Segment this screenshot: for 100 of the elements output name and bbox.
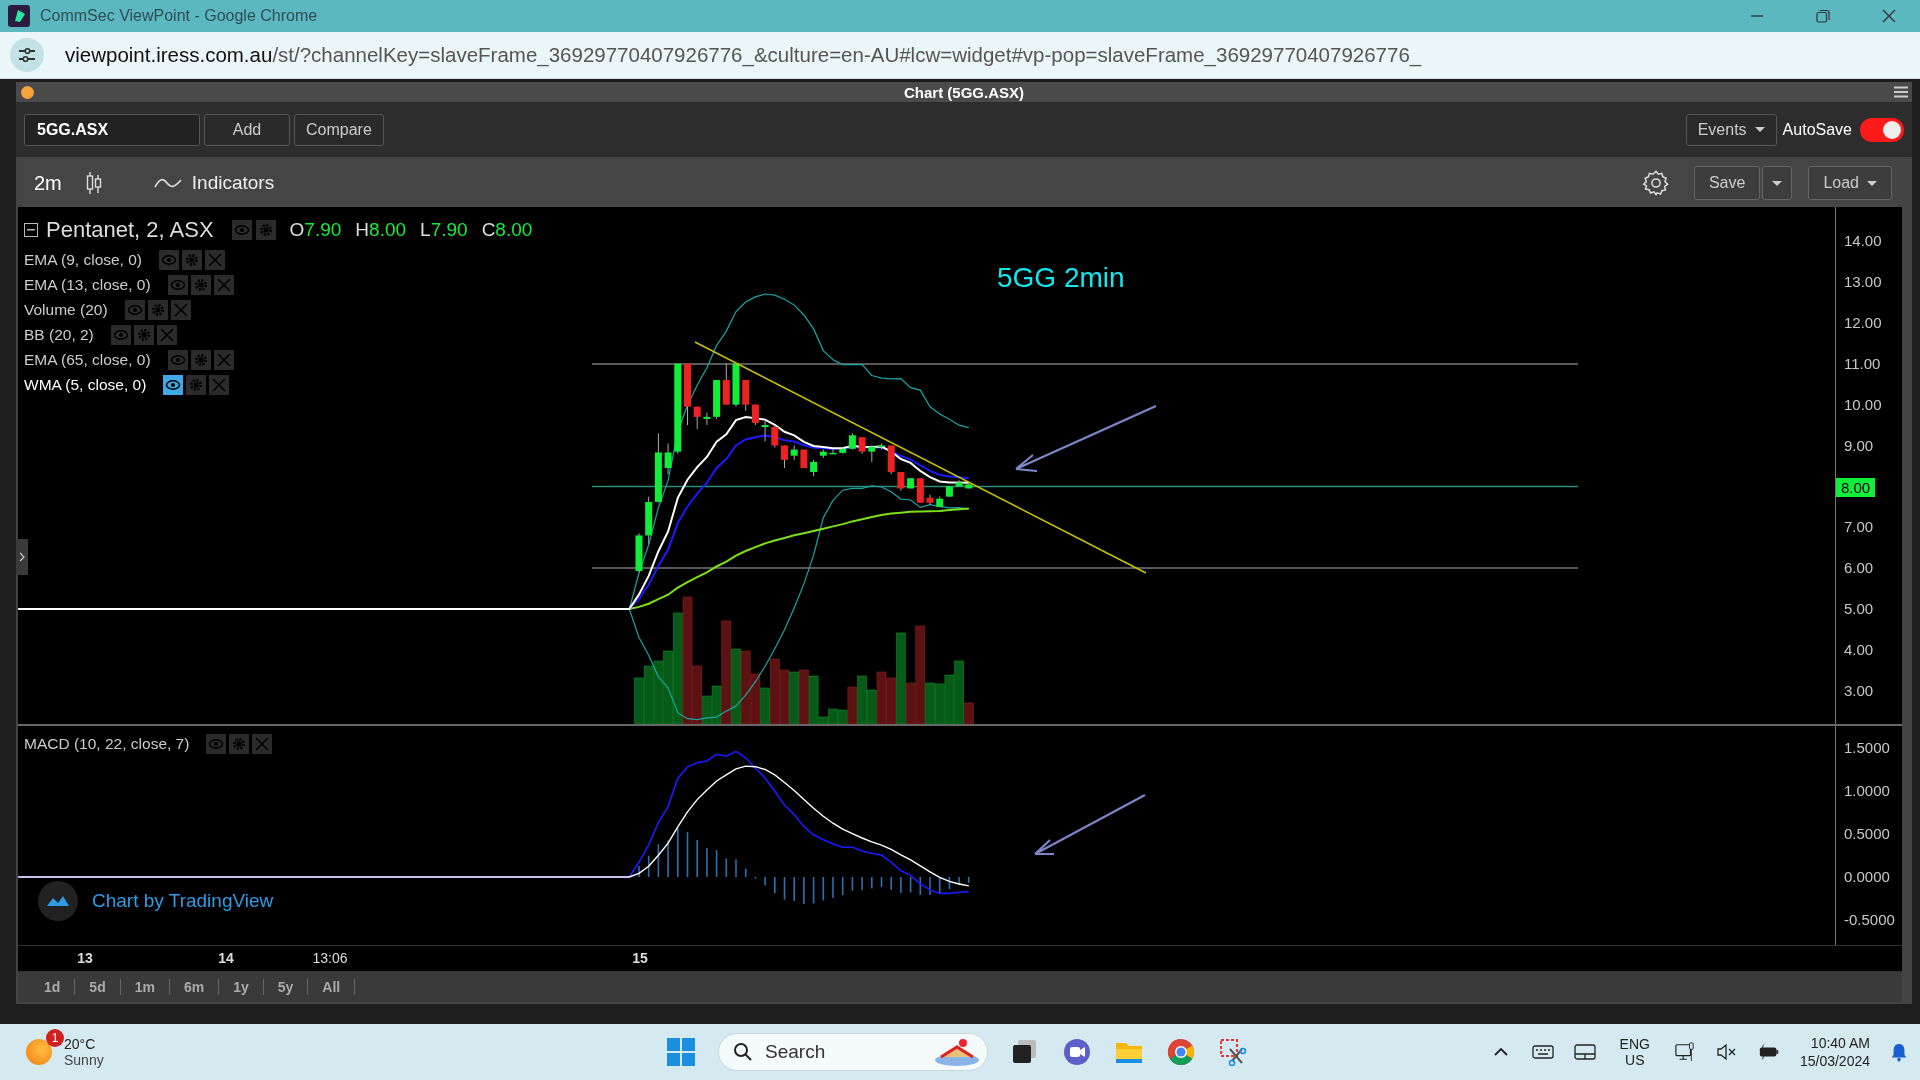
interval-button[interactable]: 2m <box>34 171 62 195</box>
histogram-bar <box>919 876 922 896</box>
browser-icon[interactable] <box>1166 1037 1196 1068</box>
time-axis-label: 15 <box>632 950 648 967</box>
indicator-label: WMA (5, close, 0) <box>24 376 147 395</box>
indicator-label: BB (20, 2) <box>24 326 94 345</box>
temperature: 20°C <box>64 1036 97 1053</box>
candlestick <box>732 363 740 408</box>
macd-axis-label: 0.0000 <box>1844 868 1890 886</box>
candlestick <box>693 406 701 430</box>
histogram-bar <box>725 857 728 878</box>
clock-time[interactable]: 10:40 AM <box>1810 1035 1870 1052</box>
candlestick <box>878 443 885 451</box>
touchpad-icon[interactable] <box>1573 1042 1596 1063</box>
scissors-icon[interactable] <box>1218 1037 1248 1068</box>
time-axis-label: 13:06 <box>312 950 348 967</box>
indicator-label: MACD (10, 22, close, 7) <box>24 735 190 754</box>
candlestick <box>684 363 691 426</box>
histogram-bar <box>851 876 854 892</box>
save-button[interactable]: Save <box>1693 166 1761 201</box>
volume-bar <box>934 683 945 725</box>
volume-bar <box>653 660 664 725</box>
range-button[interactable]: 1y <box>219 979 264 996</box>
volume-bar <box>634 677 644 725</box>
histogram-bar <box>783 876 786 901</box>
eye-icon[interactable] <box>163 375 184 396</box>
histogram-bar <box>841 876 844 896</box>
close-icon[interactable] <box>1882 8 1896 23</box>
range-button[interactable]: 5y <box>263 979 309 996</box>
save-options-button[interactable] <box>1762 166 1793 201</box>
last-price-tag: 8.00 <box>1836 477 1876 497</box>
time-axis-label: 14 <box>218 950 234 967</box>
events-dropdown[interactable]: Events <box>1685 113 1777 146</box>
volume-bar <box>944 674 955 725</box>
candlestick <box>887 445 895 475</box>
price-axis-label: 11.00 <box>1844 354 1881 372</box>
candlestick <box>897 471 905 492</box>
windows-start-icon[interactable] <box>666 1037 696 1068</box>
candlestick <box>868 445 876 463</box>
candlestick <box>800 449 808 469</box>
cloud-logo-icon <box>38 881 78 922</box>
macd-axis-label: 0.5000 <box>1844 825 1890 843</box>
volume-bar <box>789 671 799 725</box>
histogram-bar <box>657 843 660 878</box>
range-button[interactable]: All <box>308 979 356 996</box>
range-button[interactable]: 1m <box>120 979 170 996</box>
site-settings-icon[interactable] <box>10 37 44 72</box>
status-dot-icon <box>21 85 34 99</box>
taskbar-search-field[interactable]: Search <box>718 1033 988 1072</box>
autosave-toggle[interactable] <box>1860 117 1904 142</box>
mute-icon[interactable] <box>1715 1042 1738 1063</box>
chart-annotation: 5GG 2min <box>997 262 1125 295</box>
indicators-button[interactable]: Indicators <box>147 171 281 196</box>
indicator-label: Volume (20) <box>24 301 108 320</box>
network-icon[interactable] <box>1673 1042 1696 1063</box>
candlestick <box>635 533 643 573</box>
macd-axis-label: 1.0000 <box>1844 782 1890 800</box>
settings-icon[interactable] <box>1641 169 1670 198</box>
expand-handle[interactable] <box>16 539 28 576</box>
symbol-field[interactable]: 5GG.ASX <box>24 113 200 146</box>
indicator-label: EMA (13, close, 0) <box>24 276 151 295</box>
price-axis-label: 6.00 <box>1844 559 1874 577</box>
histogram-bar <box>754 876 757 880</box>
candlestick <box>829 449 837 455</box>
clock-date[interactable]: 15/03/2024 <box>1799 1053 1870 1070</box>
restore-icon[interactable] <box>1816 8 1830 23</box>
candlestick-icon[interactable] <box>85 171 102 196</box>
time-axis-label: 13 <box>77 950 93 967</box>
range-button[interactable]: 6m <box>169 979 220 996</box>
toolbar-button[interactable]: Compare <box>294 113 384 146</box>
region-label[interactable]: US <box>1625 1052 1645 1069</box>
candlestick <box>790 445 798 461</box>
candlestick <box>965 482 973 490</box>
price-axis-label: 9.00 <box>1844 436 1874 454</box>
ohlc-value: H8.00 <box>355 219 407 242</box>
weather-icon[interactable] <box>26 1039 52 1066</box>
indicator-label: EMA (65, close, 0) <box>24 351 151 370</box>
window-title: CommSec ViewPoint - Google Chrome <box>40 6 318 25</box>
load-dropdown[interactable]: Load <box>1808 166 1892 201</box>
price-axis-label: 7.00 <box>1844 518 1874 536</box>
range-button[interactable]: 1d <box>30 979 76 996</box>
language-label[interactable]: ENG <box>1619 1036 1650 1053</box>
weather-condition: Sunny <box>64 1052 104 1069</box>
toolbar-button[interactable]: Add <box>204 113 290 146</box>
ohlc-value: O7.90 <box>289 219 342 242</box>
price-axis-label: 10.00 <box>1844 395 1882 413</box>
collapse-icon[interactable] <box>24 223 38 238</box>
branding-link[interactable]: Chart by TradingView <box>92 890 274 913</box>
notification-bell-icon[interactable] <box>1890 1041 1908 1064</box>
histogram-bar <box>822 876 825 902</box>
menu-icon[interactable] <box>1894 86 1908 99</box>
search-icon <box>733 1042 753 1063</box>
range-button[interactable]: 5d <box>75 979 121 996</box>
macd-axis-label: -0.5000 <box>1844 911 1895 929</box>
indicator-label: EMA (9, close, 0) <box>24 251 142 270</box>
histogram-bar <box>686 831 689 878</box>
video-chat-icon[interactable] <box>1062 1037 1092 1068</box>
price-axis-label: 12.00 <box>1844 313 1882 331</box>
pie-icon <box>933 1037 981 1068</box>
histogram-bar <box>938 876 941 895</box>
